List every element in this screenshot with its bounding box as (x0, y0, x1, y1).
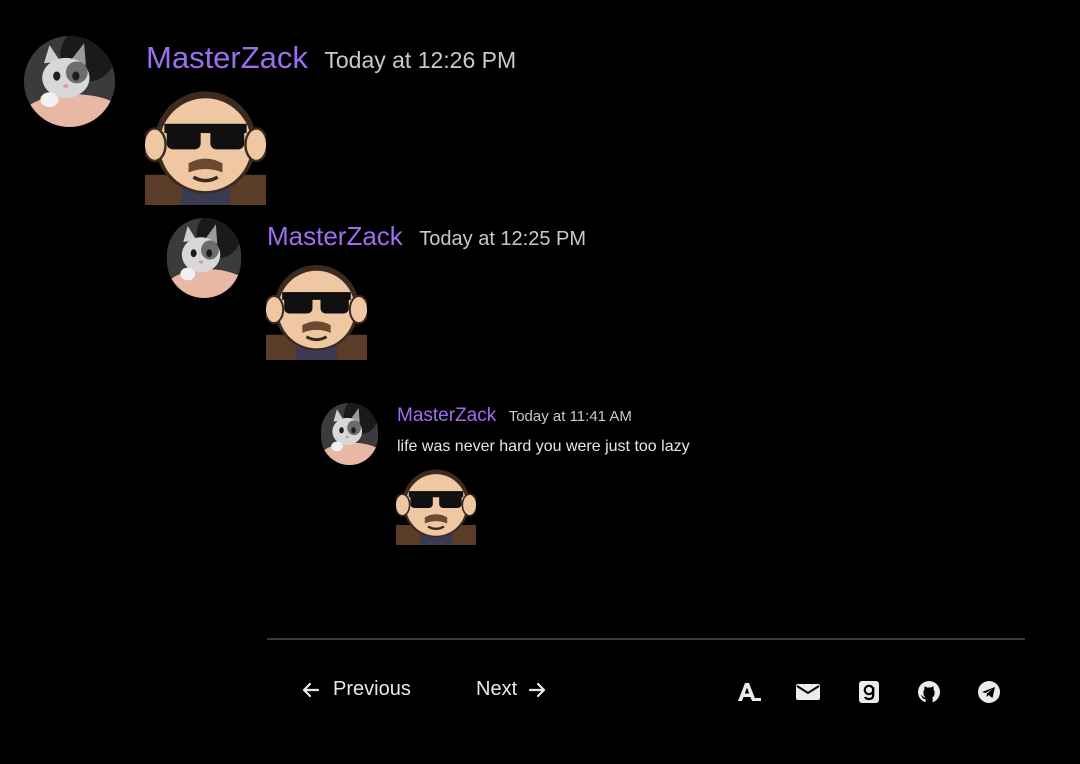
message-header: MasterZack Today at 12:26 PM (146, 40, 516, 76)
emote-image[interactable] (396, 468, 476, 545)
message-header: MasterZack Today at 12:25 PM (267, 221, 586, 252)
sunglasses-face-emote (145, 89, 266, 205)
a-icon[interactable] (736, 680, 762, 704)
telegram-icon[interactable] (976, 680, 1002, 704)
timestamp: Today at 12:25 PM (419, 228, 587, 250)
message-text: life was never hard you were just too la… (397, 438, 690, 455)
username[interactable]: MasterZack (267, 221, 403, 251)
g-icon[interactable] (856, 680, 882, 704)
user-avatar[interactable] (24, 36, 115, 127)
timestamp: Today at 11:41 AM (508, 408, 632, 425)
sunglasses-face-emote (396, 468, 476, 545)
footer-divider (267, 638, 1025, 640)
next-label: Next (476, 678, 518, 700)
previous-label: Previous (333, 678, 411, 700)
mail-icon[interactable] (795, 680, 821, 704)
arrow-right-icon (529, 682, 546, 697)
sunglasses-face-emote (266, 263, 367, 360)
arrow-left-icon (302, 682, 320, 697)
cat-avatar-image (24, 36, 115, 127)
cat-avatar-image (167, 218, 241, 298)
username[interactable]: MasterZack (146, 40, 308, 75)
user-avatar[interactable] (167, 218, 241, 298)
next-link[interactable]: Next (476, 678, 547, 701)
timestamp: Today at 12:26 PM (324, 47, 517, 73)
username[interactable]: MasterZack (397, 405, 496, 426)
user-avatar[interactable] (321, 403, 378, 465)
cat-avatar-image (321, 403, 378, 465)
emote-image[interactable] (145, 89, 266, 205)
emote-image[interactable] (266, 263, 367, 360)
message-header: MasterZack Today at 11:41 AM (397, 405, 632, 427)
previous-link[interactable]: Previous (301, 678, 411, 701)
github-icon[interactable] (916, 680, 942, 704)
